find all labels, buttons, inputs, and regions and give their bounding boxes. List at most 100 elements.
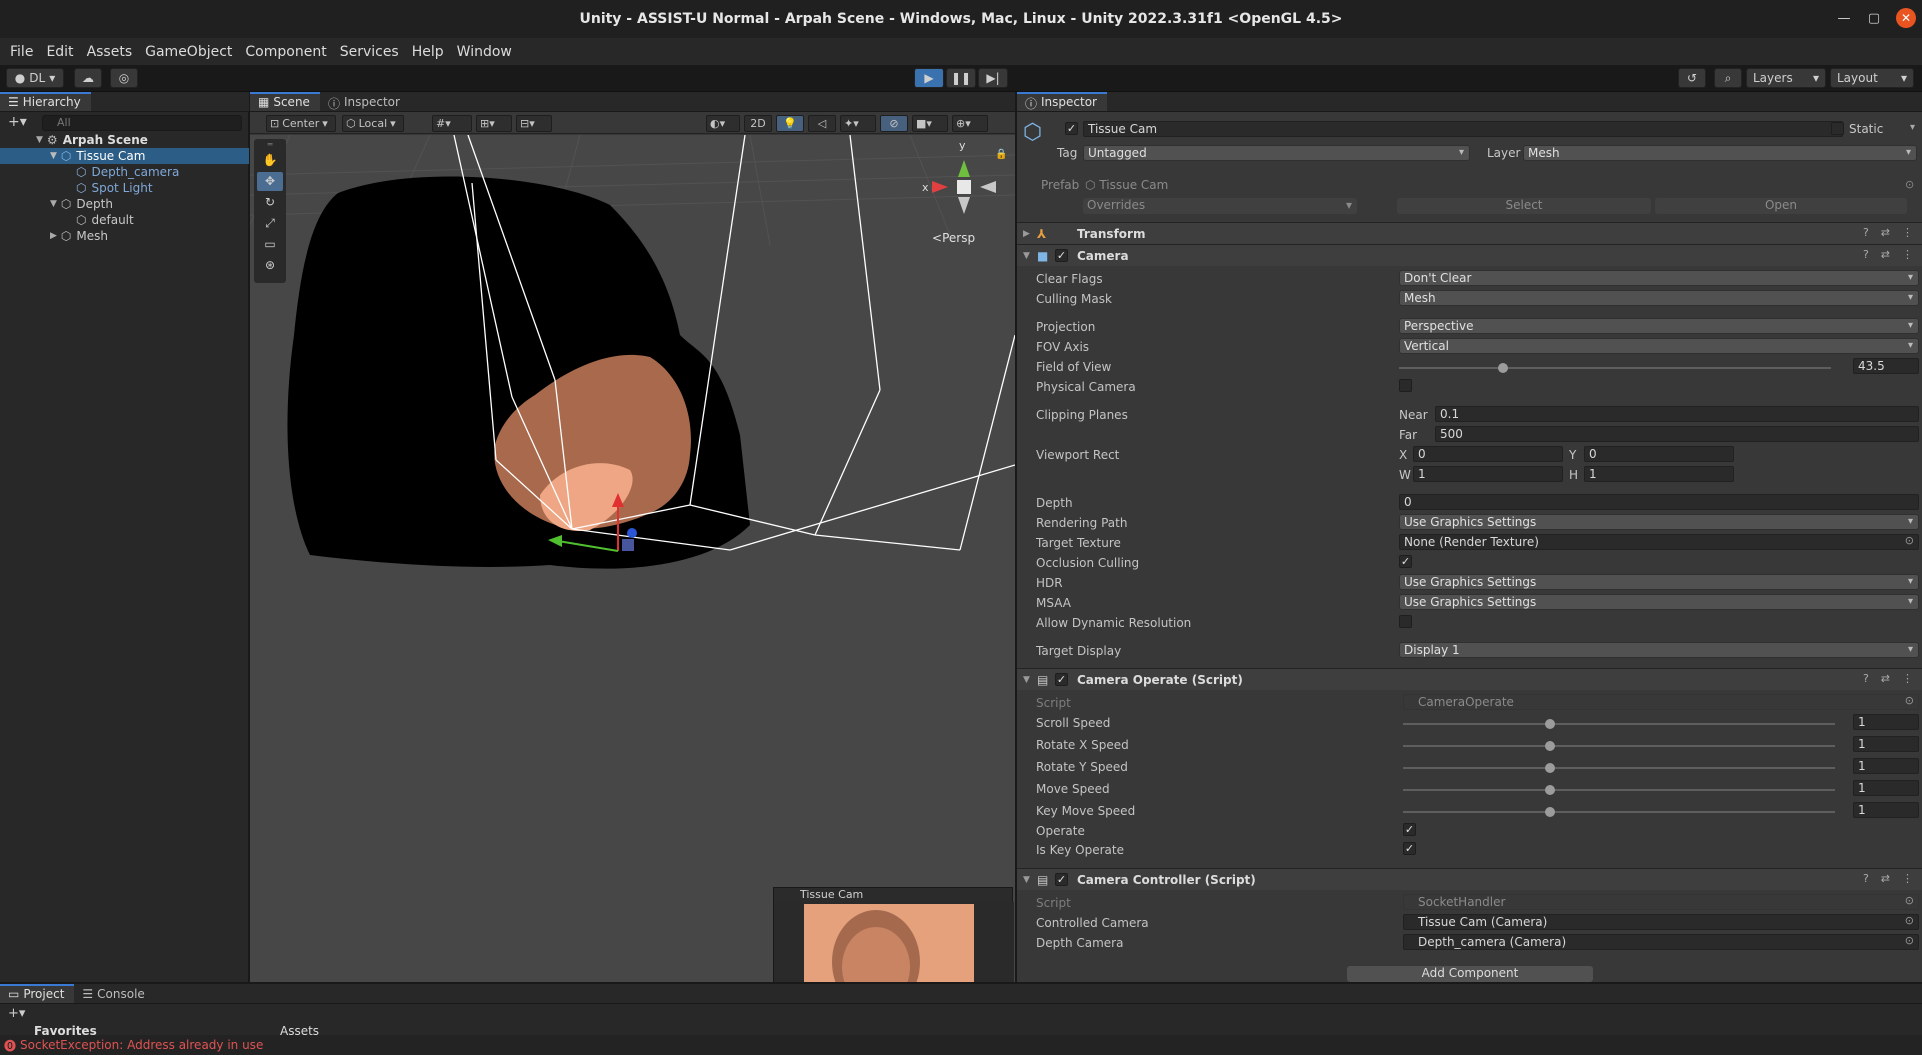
msaa-dropdown[interactable]: Use Graphics Settings	[1399, 594, 1919, 610]
snap-increment-button[interactable]: ⊞▾	[476, 115, 512, 132]
minimize-icon[interactable]: —	[1836, 11, 1852, 26]
fov-axis-dropdown[interactable]: Vertical	[1399, 338, 1919, 354]
audio-toggle[interactable]: ◁	[808, 115, 836, 132]
controlled-camera-field[interactable]: Tissue Cam (Camera)	[1403, 914, 1919, 930]
camera-settings-dropdown[interactable]: ■▾	[912, 115, 948, 132]
is-key-operate-checkbox[interactable]: ✓	[1403, 842, 1416, 855]
add-icon[interactable]: +▾	[8, 114, 27, 130]
hierarchy-item-depth[interactable]: ▼ ⬡ Depth	[0, 196, 249, 212]
target-texture-field[interactable]: None (Render Texture)	[1399, 534, 1919, 550]
menu-services[interactable]: Services	[340, 44, 399, 60]
prefab-field[interactable]: ⬡ Tissue Cam	[1085, 178, 1168, 192]
active-checkbox[interactable]: ✓	[1065, 122, 1078, 135]
hierarchy-item-spot-light[interactable]: ⬡ Spot Light	[0, 180, 249, 196]
add-icon[interactable]: +▾	[8, 1006, 25, 1021]
tab-inspector-secondary[interactable]: ⓘ Inspector	[320, 92, 410, 111]
scroll-speed-input[interactable]: 1	[1853, 714, 1919, 730]
scroll-speed-slider[interactable]	[1403, 719, 1835, 729]
camera-controller-enabled-checkbox[interactable]: ✓	[1055, 873, 1068, 886]
maximize-icon[interactable]: ▢	[1866, 11, 1882, 26]
tag-dropdown[interactable]: Untagged	[1083, 145, 1470, 161]
slider-knob[interactable]	[1544, 763, 1555, 773]
fov-slider-knob[interactable]	[1497, 363, 1508, 373]
depth-camera-field[interactable]: Depth_camera (Camera)	[1403, 934, 1919, 950]
preset-icon[interactable]: ⇄	[1881, 672, 1890, 685]
gizmo-grid-button[interactable]: ⊟▾	[516, 115, 552, 132]
step-button[interactable]: ▶|	[978, 68, 1008, 88]
drag-handle-icon[interactable]: ═	[257, 141, 283, 149]
history-button[interactable]: ↺	[1678, 68, 1706, 88]
hdr-dropdown[interactable]: Use Graphics Settings	[1399, 574, 1919, 590]
fov-slider[interactable]	[1399, 363, 1831, 373]
menu-file[interactable]: File	[10, 44, 33, 60]
camera-header[interactable]: ▼ ■ ✓ Camera ? ⇄ ⋮	[1017, 244, 1922, 266]
tab-project[interactable]: ▭ Project	[0, 984, 75, 1003]
slider-knob[interactable]	[1544, 785, 1555, 795]
expand-icon[interactable]: ▼	[50, 151, 57, 161]
static-checkbox[interactable]	[1831, 122, 1844, 135]
far-input[interactable]: 500	[1435, 426, 1919, 442]
hand-tool-icon[interactable]: ✋	[257, 151, 283, 170]
open-button[interactable]: Open	[1655, 198, 1907, 214]
effects-dropdown[interactable]: ✦▾	[840, 115, 876, 132]
rect-h-input[interactable]: 1	[1584, 466, 1734, 482]
dynamic-resolution-checkbox[interactable]	[1399, 615, 1412, 628]
scale-tool-icon[interactable]: ⤢	[257, 214, 283, 233]
target-icon[interactable]: ⊙	[1905, 178, 1914, 191]
search-button[interactable]: ⌕	[1714, 68, 1742, 88]
transform-tool-icon[interactable]: ⊛	[257, 256, 283, 275]
2d-toggle[interactable]: 2D	[744, 115, 772, 132]
script-field[interactable]: CameraOperate	[1403, 694, 1919, 710]
controller-script-field[interactable]: SocketHandler	[1403, 894, 1919, 910]
lighting-toggle[interactable]: 💡	[776, 115, 804, 132]
clear-flags-dropdown[interactable]: Don't Clear	[1399, 270, 1919, 286]
expand-icon[interactable]: ▼	[36, 135, 43, 145]
physical-camera-checkbox[interactable]	[1399, 379, 1412, 392]
move-speed-slider[interactable]	[1403, 785, 1835, 795]
menu-edit[interactable]: Edit	[46, 44, 73, 60]
pivot-dropdown[interactable]: ⊡ Center ▾	[266, 115, 336, 132]
menu-help[interactable]: Help	[412, 44, 444, 60]
kebab-menu-icon[interactable]: ⋮	[1902, 872, 1913, 885]
move-speed-input[interactable]: 1	[1853, 780, 1919, 796]
persp-toggle[interactable]: <Persp	[932, 231, 975, 245]
menu-assets[interactable]: Assets	[87, 44, 133, 60]
layer-dropdown[interactable]: Mesh	[1523, 145, 1917, 161]
expand-icon[interactable]: ▶	[50, 231, 57, 241]
rotate-tool-icon[interactable]: ↻	[257, 193, 283, 212]
key-move-speed-input[interactable]: 1	[1853, 802, 1919, 818]
layers-dropdown[interactable]: Layers ▾	[1746, 68, 1826, 88]
hierarchy-item-depth-camera[interactable]: ⬡ Depth_camera	[0, 164, 249, 180]
scene-viewport[interactable]: y x 🔒 <Persp ═ ✋ ✥ ↻ ⤢ ▭ ⊛ Tissue Cam	[250, 135, 1015, 982]
preset-icon[interactable]: ⇄	[1881, 248, 1890, 261]
hierarchy-search-input[interactable]: All	[42, 115, 242, 131]
rect-tool-icon[interactable]: ▭	[257, 235, 283, 254]
culling-mask-dropdown[interactable]: Mesh	[1399, 290, 1919, 306]
camera-operate-enabled-checkbox[interactable]: ✓	[1055, 673, 1068, 686]
rect-y-input[interactable]: 0	[1584, 446, 1734, 462]
fov-input[interactable]: 43.5	[1853, 358, 1919, 374]
rect-w-input[interactable]: 1	[1413, 466, 1563, 482]
select-button[interactable]: Select	[1397, 198, 1651, 214]
expand-icon[interactable]: ▼	[1023, 675, 1030, 685]
help-icon[interactable]: ?	[1863, 672, 1869, 685]
kebab-menu-icon[interactable]: ⋮	[1902, 672, 1913, 685]
hierarchy-item-default[interactable]: ⬡ default	[0, 212, 249, 228]
tab-console[interactable]: ☰ Console	[74, 984, 154, 1003]
key-move-speed-slider[interactable]	[1403, 807, 1835, 817]
expand-icon[interactable]: ▼	[50, 199, 57, 209]
operate-checkbox[interactable]: ✓	[1403, 823, 1416, 836]
layout-dropdown[interactable]: Layout ▾	[1830, 68, 1914, 88]
close-icon[interactable]: ✕	[1896, 8, 1916, 28]
rotate-y-speed-slider[interactable]	[1403, 763, 1835, 773]
near-input[interactable]: 0.1	[1435, 406, 1919, 422]
kebab-menu-icon[interactable]: ⋮	[1902, 226, 1913, 239]
chevron-down-icon[interactable]: ▾	[1910, 122, 1915, 133]
tab-hierarchy[interactable]: ☰ Hierarchy	[0, 92, 91, 111]
preset-icon[interactable]: ⇄	[1881, 226, 1890, 239]
lock-icon[interactable]: 🔒	[995, 149, 1007, 160]
help-icon[interactable]: ?	[1863, 226, 1869, 239]
expand-icon[interactable]: ▶	[1023, 229, 1030, 239]
transform-header[interactable]: ▶ ⅄ Transform ? ⇄ ⋮	[1017, 222, 1922, 244]
hierarchy-item-mesh[interactable]: ▶ ⬡ Mesh	[0, 228, 249, 244]
